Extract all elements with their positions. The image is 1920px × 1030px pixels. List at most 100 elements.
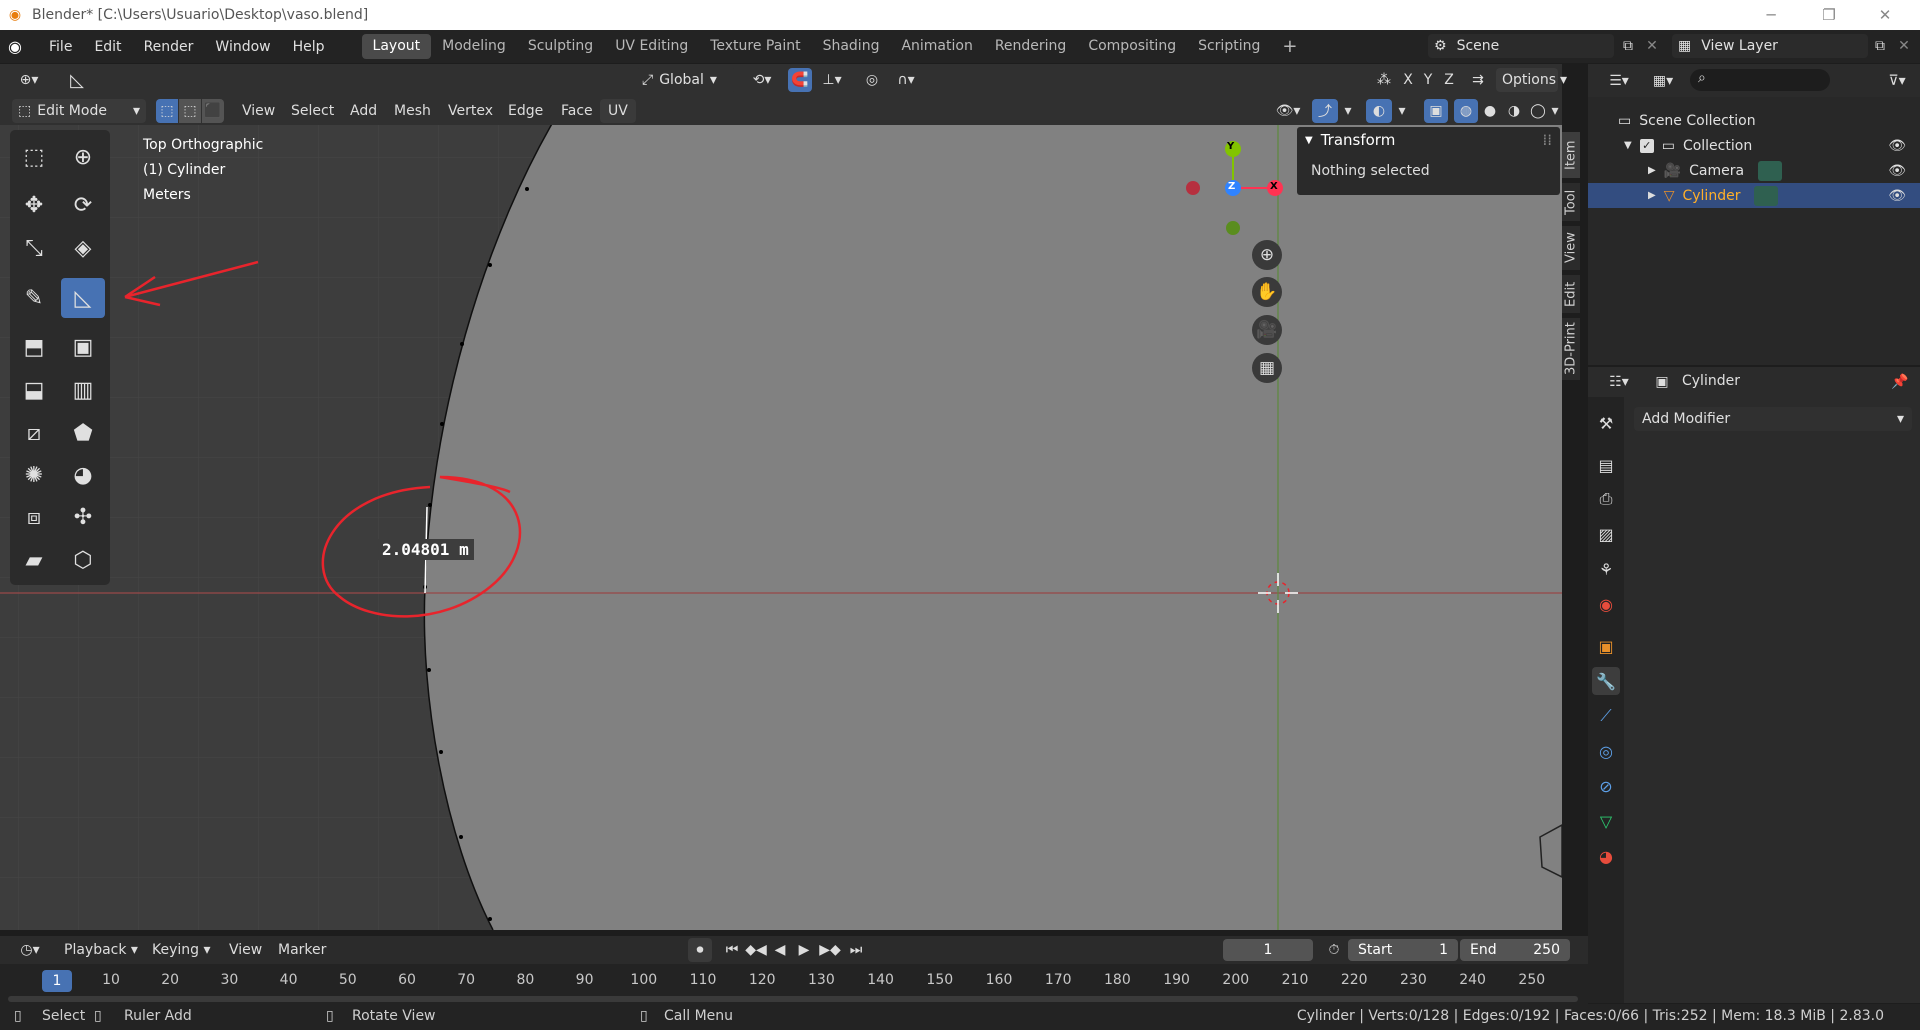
scale-tool-icon[interactable]: ⤡ bbox=[12, 228, 56, 268]
tool-tab-icon[interactable]: ⚒ bbox=[1592, 409, 1620, 437]
tab-compositing[interactable]: Compositing bbox=[1077, 34, 1187, 59]
loop-cut-tool-icon[interactable]: ▥ bbox=[61, 370, 105, 410]
ortho-grid-icon[interactable]: ▦ bbox=[1252, 353, 1282, 383]
record-icon[interactable]: ⏺ bbox=[688, 938, 712, 962]
axis-z-toggle[interactable]: Z bbox=[1438, 68, 1460, 92]
sidebar-tab-3d-print[interactable]: 3D-Print bbox=[1562, 318, 1580, 380]
menu-face[interactable]: Face bbox=[553, 99, 601, 123]
scene-tab-icon[interactable]: ⚘ bbox=[1592, 555, 1620, 583]
transform-tool-icon[interactable]: ◈ bbox=[61, 228, 105, 268]
tab-rendering[interactable]: Rendering bbox=[984, 34, 1078, 59]
visibility-icon[interactable]: 👁▾ bbox=[1268, 99, 1308, 123]
menu-vertex[interactable]: Vertex bbox=[440, 99, 501, 123]
annotate-tool-icon[interactable]: ✎ bbox=[12, 278, 56, 318]
eye-icon[interactable]: 👁 bbox=[1888, 163, 1906, 179]
rotate-tool-icon[interactable]: ⟳ bbox=[61, 185, 105, 225]
delete-scene-icon[interactable]: ✕ bbox=[1642, 34, 1662, 58]
chevron-down-icon[interactable]: ▾ bbox=[1392, 99, 1412, 123]
outliner-row-scene-collection[interactable]: ▭ Scene Collection bbox=[1588, 108, 1920, 133]
ruler-tool-icon[interactable]: ◺ bbox=[62, 68, 92, 92]
menu-file[interactable]: File bbox=[38, 39, 83, 55]
render-tab-icon[interactable]: ▤ bbox=[1592, 451, 1620, 479]
expand-arrow-icon[interactable]: ▼ bbox=[1624, 140, 1632, 151]
overlay-toggle-icon[interactable]: ◐ bbox=[1366, 99, 1392, 123]
bevel-tool-icon[interactable]: ⬓ bbox=[12, 370, 56, 410]
material-tab-icon[interactable]: ◕ bbox=[1592, 842, 1620, 870]
physics-tab-icon[interactable]: ◎ bbox=[1592, 737, 1620, 765]
menu-edit[interactable]: Edit bbox=[83, 39, 132, 55]
constraints-tab-icon[interactable]: ⊘ bbox=[1592, 772, 1620, 800]
camera-view-icon[interactable]: 🎥 bbox=[1252, 315, 1282, 345]
vertex-select-icon[interactable]: ⬚ bbox=[156, 99, 178, 123]
menu-timeline-view[interactable]: View bbox=[225, 938, 266, 962]
view-layer-selector[interactable]: ▦ View Layer bbox=[1672, 34, 1868, 58]
spin-tool-icon[interactable]: ✺ bbox=[12, 455, 56, 495]
inset-tool-icon[interactable]: ▣ bbox=[61, 327, 105, 367]
view-layer-tab-icon[interactable]: ▨ bbox=[1592, 520, 1620, 548]
display-mode-icon[interactable]: ▦▾ bbox=[1646, 69, 1680, 93]
close-icon[interactable]: ✕ bbox=[1862, 0, 1908, 30]
object-tab-icon[interactable]: ▣ bbox=[1592, 632, 1620, 660]
sidebar-tab-tool[interactable]: Tool bbox=[1562, 183, 1580, 221]
play-icon[interactable]: ▶ bbox=[792, 938, 816, 962]
mode-dropdown[interactable]: ⬚ Edit Mode ▾ bbox=[12, 99, 146, 123]
menu-edge[interactable]: Edge bbox=[500, 99, 551, 123]
new-scene-icon[interactable]: ⧉ bbox=[1616, 34, 1640, 58]
axis-x-toggle[interactable]: X bbox=[1398, 68, 1418, 92]
falloff-icon[interactable]: ∩▾ bbox=[888, 68, 924, 92]
menu-add[interactable]: Add bbox=[342, 99, 385, 123]
sidebar-tab-item[interactable]: Item bbox=[1562, 132, 1580, 178]
play-reverse-icon[interactable]: ◀ bbox=[768, 938, 792, 962]
eye-icon[interactable]: 👁 bbox=[1888, 138, 1906, 154]
menu-select[interactable]: Select bbox=[283, 99, 342, 123]
menu-uv[interactable]: UV bbox=[600, 99, 636, 123]
material-shading-icon[interactable]: ◑ bbox=[1502, 99, 1526, 123]
current-frame-marker[interactable]: 1 bbox=[42, 970, 72, 992]
end-frame-field[interactable]: End 250 bbox=[1460, 939, 1570, 961]
add-modifier-dropdown[interactable]: Add Modifier ▾ bbox=[1634, 407, 1912, 431]
knife-tool-icon[interactable]: ⧄ bbox=[12, 413, 56, 453]
timeline-editor-icon[interactable]: ◷▾ bbox=[12, 938, 48, 962]
tab-layout[interactable]: Layout bbox=[361, 34, 432, 59]
extrude-tool-icon[interactable]: ⬒ bbox=[12, 327, 56, 367]
proportional-edit-icon[interactable]: ◎ bbox=[860, 68, 884, 92]
checkbox-icon[interactable]: ✓ bbox=[1639, 138, 1654, 153]
tab-animation[interactable]: Animation bbox=[890, 34, 983, 59]
rip-tool-icon[interactable]: ⬡ bbox=[61, 540, 105, 580]
outliner-editor-icon[interactable]: ☰▾ bbox=[1602, 69, 1636, 93]
outliner-row-camera[interactable]: ▶ 🎥 Camera 👁 bbox=[1588, 158, 1920, 183]
expand-arrow-icon[interactable]: ▶ bbox=[1648, 190, 1656, 201]
current-frame-field[interactable]: 1 bbox=[1223, 939, 1313, 961]
move-tool-icon[interactable]: ✥ bbox=[12, 185, 56, 225]
minimize-icon[interactable]: ─ bbox=[1748, 0, 1794, 30]
restore-icon[interactable]: ❐ bbox=[1806, 0, 1852, 30]
zoom-icon[interactable]: ⊕ bbox=[1252, 240, 1282, 270]
new-view-layer-icon[interactable]: ⧉ bbox=[1868, 34, 1892, 58]
tab-sculpting[interactable]: Sculpting bbox=[517, 34, 604, 59]
sidebar-tab-view[interactable]: View bbox=[1562, 226, 1580, 270]
outliner-row-collection[interactable]: ▼ ✓ ▭ Collection 👁 bbox=[1588, 133, 1920, 158]
jump-start-icon[interactable]: ⏮ bbox=[720, 938, 744, 962]
world-tab-icon[interactable]: ◉ bbox=[1592, 590, 1620, 618]
transform-header[interactable]: ▼ Transform ⁞⁞ bbox=[1297, 127, 1560, 153]
sidebar-tab-edit[interactable]: Edit bbox=[1562, 275, 1580, 313]
outliner-row-cylinder[interactable]: ▶ ▽ Cylinder 👁 bbox=[1588, 183, 1920, 208]
chevron-down-icon[interactable]: ▾ bbox=[1548, 99, 1562, 123]
measure-tool-icon[interactable]: ◺ bbox=[61, 278, 105, 318]
face-select-icon[interactable]: ⬛ bbox=[202, 99, 224, 123]
properties-editor-icon[interactable]: ☷▾ bbox=[1602, 370, 1636, 394]
auto-merge-icon[interactable]: ⇉ bbox=[1466, 68, 1490, 92]
mirror-icon[interactable]: ⁂ bbox=[1372, 68, 1396, 92]
options-dropdown[interactable]: Options ▾ bbox=[1496, 68, 1567, 92]
gizmo-toggle-icon[interactable]: ⤴ bbox=[1312, 99, 1338, 123]
stopwatch-icon[interactable]: ⏱ bbox=[1322, 938, 1346, 962]
pivot-point-icon[interactable]: ⟲▾ bbox=[744, 68, 780, 92]
delete-view-layer-icon[interactable]: ✕ bbox=[1894, 34, 1914, 58]
jump-end-icon[interactable]: ⏭ bbox=[844, 938, 868, 962]
tab-shading[interactable]: Shading bbox=[812, 34, 891, 59]
particles-tab-icon[interactable]: ⟋ bbox=[1592, 702, 1620, 730]
menu-render[interactable]: Render bbox=[133, 39, 205, 55]
menu-playback[interactable]: Playback ▾ bbox=[60, 938, 142, 962]
timeline[interactable]: 1 10 20 30 40 50 60 70 80 90 100 110 120 130 140 150 16… bbox=[0, 964, 1588, 1004]
menu-view[interactable]: View bbox=[234, 99, 283, 123]
